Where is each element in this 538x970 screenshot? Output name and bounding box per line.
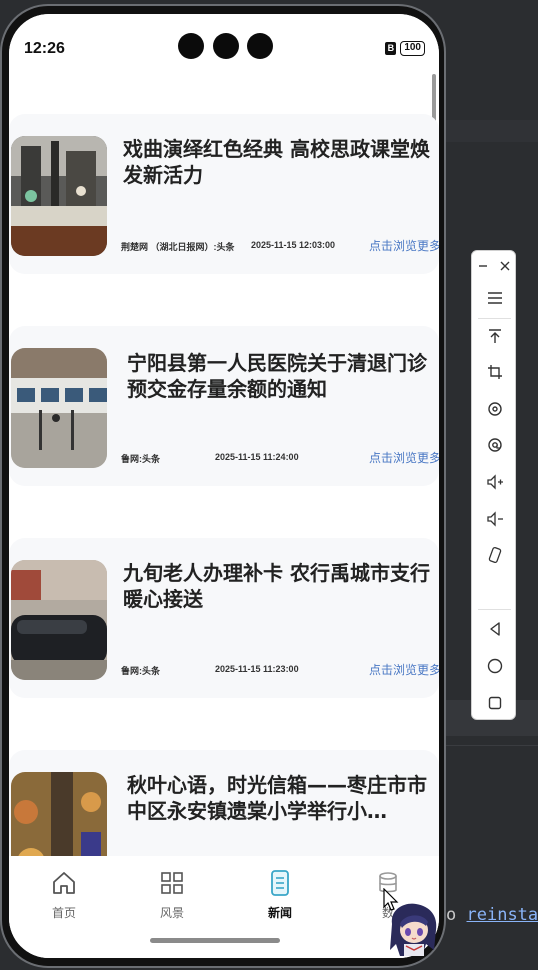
news-source: 鲁网:头条 (121, 454, 160, 464)
news-card[interactable]: 戏曲演绎红色经典 高校思政课堂焕发新活力 荆楚网 （湖北日报网）:头条 2025… (9, 114, 439, 274)
news-list[interactable]: 戏曲演绎红色经典 高校思政课堂焕发新活力 荆楚网 （湖北日报网）:头条 2025… (9, 74, 439, 856)
recents-button[interactable] (472, 688, 517, 718)
read-more-link[interactable]: 点击浏览更多 (369, 449, 439, 466)
news-title[interactable]: 宁阳县第一人民医院关于清退门诊预交金存量余额的通知 (127, 350, 439, 402)
rotate-alt-icon (487, 438, 502, 452)
battery-icon: 100 (400, 41, 425, 56)
menu-button[interactable] (472, 283, 517, 313)
rotate-button[interactable] (472, 394, 517, 424)
home-circle-icon (487, 658, 502, 674)
news-time: 2025-11-15 12:03:00 (251, 240, 336, 250)
tab-label: 首页 (51, 906, 76, 920)
close-button[interactable] (494, 251, 516, 281)
ide-panel-toolbar (440, 745, 538, 775)
home-indicator[interactable] (150, 938, 280, 943)
news-card[interactable]: 宁阳县第一人民医院关于清退门诊预交金存量余额的通知 鲁网:头条 2025-11-… (9, 326, 439, 486)
news-source: 鲁网:头条 (121, 666, 160, 676)
news-card[interactable]: 秋叶心语，时光信箱——枣庄市市中区永安镇遗棠小学举行小… (9, 750, 439, 856)
news-time: 2025-11-15 11:24:00 (215, 452, 299, 462)
sim-icon: B (385, 42, 397, 55)
read-more-link[interactable]: 点击浏览更多 (369, 661, 439, 678)
ide-console-link[interactable]: reinsta (467, 905, 538, 925)
ide-console-plain: o (446, 905, 457, 925)
rotate-icon (487, 402, 502, 416)
news-title[interactable]: 秋叶心语，时光信箱——枣庄市市中区永安镇遗棠小学举行小… (127, 772, 439, 824)
read-more-link[interactable]: 点击浏览更多 (369, 237, 439, 254)
crop-button[interactable] (472, 357, 517, 387)
shake-icon (488, 546, 501, 564)
tab-news[interactable]: 新闻 (250, 870, 310, 921)
back-icon (489, 622, 500, 636)
emulator-toolbar (471, 250, 516, 720)
phone-screen: 12:26 B 100 戏曲演绎红色经典 高校思政课堂焕发新活力 荆楚网 （湖北… (9, 14, 439, 958)
news-time: 2025-11-15 11:23:00 (215, 664, 299, 674)
camera-hole (213, 33, 239, 59)
news-source: 荆楚网 （湖北日报网）:头条 (121, 242, 235, 252)
news-card[interactable]: 九旬老人办理补卡 农行禹城市支行暖心接送 鲁网:头条 2025-11-15 11… (9, 538, 439, 698)
status-right: B 100 (385, 41, 425, 56)
camera-hole (178, 33, 204, 59)
phone-frame: 12:26 B 100 戏曲演绎红色经典 高校思政课堂焕发新活力 荆楚网 （湖北… (0, 4, 446, 968)
grid-icon (161, 872, 183, 894)
toolbar-divider (478, 318, 511, 319)
status-bar: 12:26 B 100 (9, 14, 439, 74)
toolbar-divider (478, 609, 511, 610)
camera-hole (247, 33, 273, 59)
recents-icon (488, 696, 501, 710)
volume-up-button[interactable] (472, 467, 517, 497)
tab-home[interactable]: 首页 (34, 870, 94, 921)
pin-top-button[interactable] (472, 321, 517, 351)
tab-label: 新闻 (267, 906, 292, 920)
minimize-icon (479, 265, 487, 267)
tab-label: 风景 (159, 906, 184, 920)
news-thumbnail (11, 348, 107, 468)
back-button[interactable] (472, 614, 517, 644)
tab-scenery[interactable]: 风景 (142, 870, 202, 921)
status-time: 12:26 (24, 40, 65, 57)
home-icon (53, 872, 75, 894)
volume-up-icon (486, 474, 503, 490)
minimize-button[interactable] (472, 251, 494, 281)
document-icon (271, 870, 289, 896)
close-icon (500, 261, 510, 271)
volume-down-button[interactable] (472, 504, 517, 534)
volume-down-icon (486, 511, 503, 527)
rotate-alt-button[interactable] (472, 430, 517, 460)
news-title[interactable]: 九旬老人办理补卡 农行禹城市支行暖心接送 (123, 560, 439, 612)
home-button[interactable] (472, 651, 517, 681)
news-thumbnail (11, 772, 107, 856)
menu-icon (487, 292, 502, 304)
ide-console-text: o reinsta (446, 905, 538, 925)
news-thumbnail (11, 136, 107, 256)
shake-button[interactable] (472, 540, 517, 570)
mascot-icon (390, 903, 437, 956)
news-thumbnail (11, 560, 107, 680)
ide-editor-line (440, 120, 538, 142)
news-title[interactable]: 戏曲演绎红色经典 高校思政课堂焕发新活力 (123, 136, 439, 188)
crop-icon (487, 365, 502, 379)
pin-top-icon (488, 329, 501, 343)
